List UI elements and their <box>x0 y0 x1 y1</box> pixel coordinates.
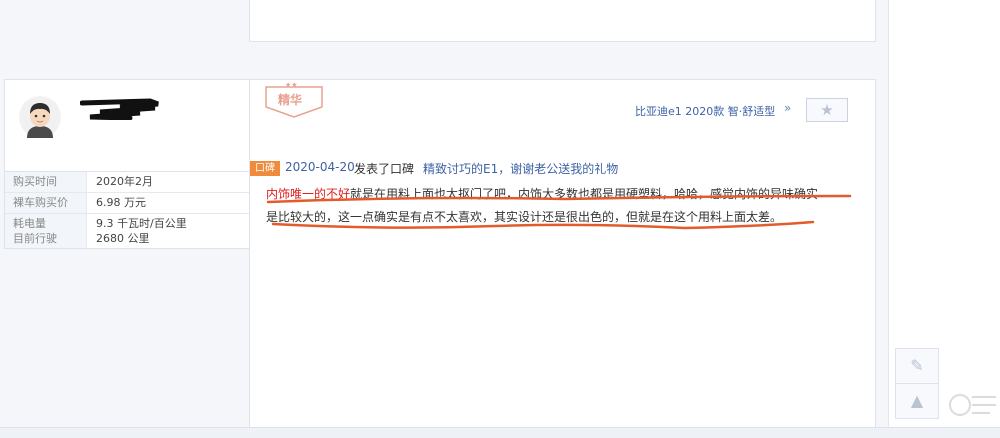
svg-text:★★: ★★ <box>285 81 298 89</box>
redacted-username <box>80 98 159 120</box>
review-action: 发表了口碑 <box>354 162 415 176</box>
info-value: 2680 公里 <box>96 232 150 245</box>
info-value-group: 9.3 千瓦时/百公里 2680 公里 <box>87 214 187 248</box>
info-label: 购买时间 <box>5 172 87 192</box>
back-to-top-icon[interactable]: ▲ <box>895 383 939 419</box>
avatar[interactable] <box>19 96 61 138</box>
info-value: 6.98 万元 <box>96 196 146 209</box>
info-label: 耗电量 <box>13 217 46 230</box>
watermark-logo <box>949 394 996 416</box>
user-card <box>4 79 250 172</box>
star-icon[interactable]: ★ <box>806 98 848 122</box>
review-title-link[interactable]: 精致讨巧的E1，谢谢老公送我的礼物 <box>423 160 618 177</box>
info-label: 目前行驶 <box>13 232 57 245</box>
info-value: 2020年2月 <box>96 175 153 188</box>
previous-review-card <box>249 0 876 42</box>
info-row-purchase-date: 购买时间 2020年2月 <box>5 172 251 193</box>
info-label: 裸车购买价 <box>5 193 87 213</box>
edit-icon[interactable]: ✎ <box>895 348 939 384</box>
badge-label: 精华 <box>278 92 302 107</box>
koubei-tag: 口碑 <box>250 161 280 176</box>
car-model-link[interactable]: 比亚迪e1 2020款 智·舒适型 <box>635 103 775 119</box>
hand-drawn-underline <box>266 194 852 230</box>
purchase-info-table: 购买时间 2020年2月 裸车购买价 6.98 万元 耗电量 目前行驶 9.3 … <box>4 171 252 249</box>
review-date[interactable]: 2020-04-20 <box>285 160 355 174</box>
info-row-price: 裸车购买价 6.98 万元 <box>5 193 251 214</box>
info-label-group: 耗电量 目前行驶 <box>5 214 87 248</box>
review-card <box>249 79 876 430</box>
info-row-consumption-mileage: 耗电量 目前行驶 9.3 千瓦时/百公里 2680 公里 <box>5 214 251 248</box>
essence-badge-icon: ★★ 精华 <box>265 81 323 118</box>
info-value: 9.3 千瓦时/百公里 <box>96 217 187 230</box>
bottom-bar <box>0 427 1000 438</box>
chevron-right-icon[interactable]: » <box>784 101 791 115</box>
